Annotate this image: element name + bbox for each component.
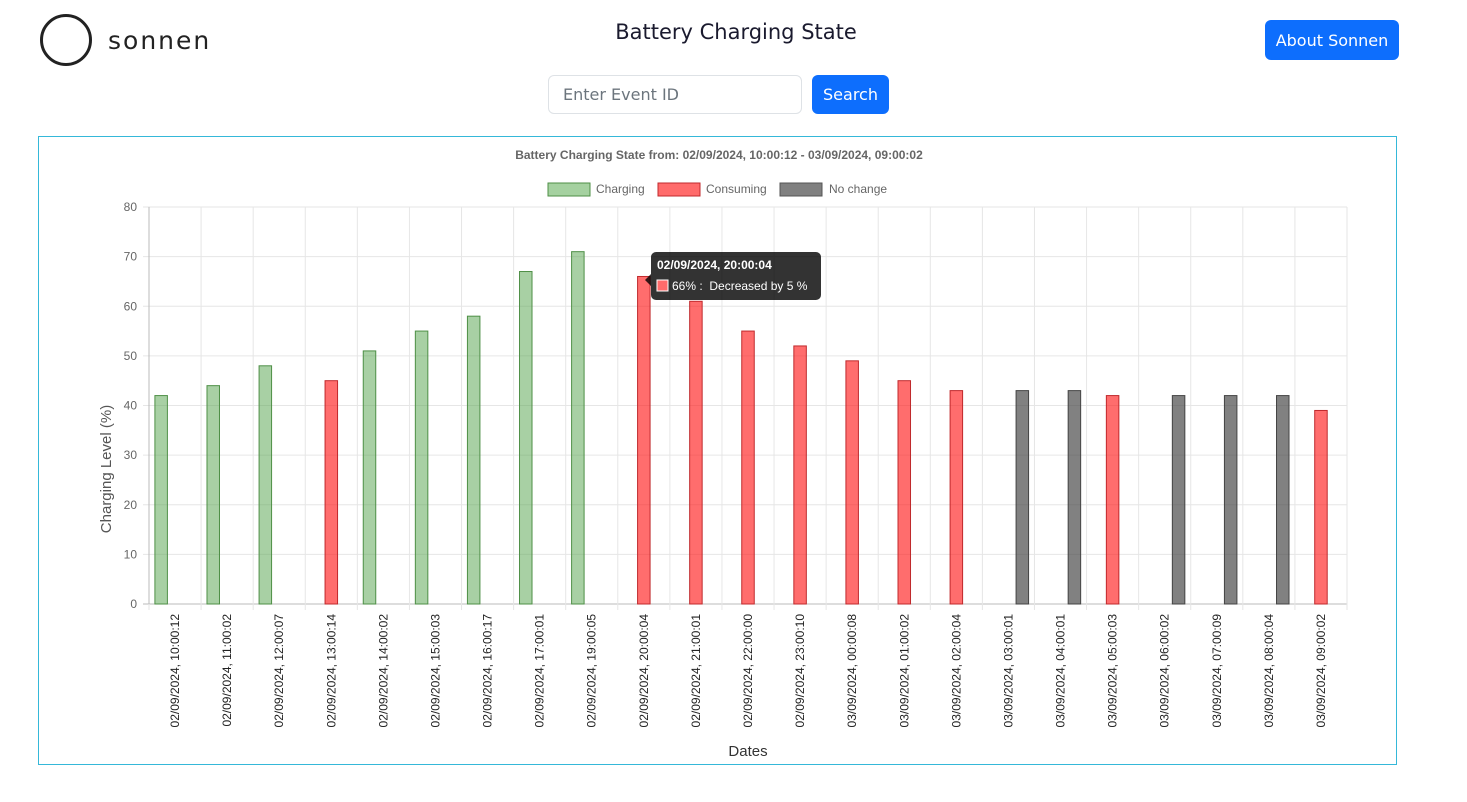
bar-consuming[interactable]	[741, 330, 755, 605]
x-tick-label: 03/09/2024, 03:00:01	[1001, 614, 1015, 728]
tooltip-title: 02/09/2024, 20:00:04	[657, 258, 772, 272]
chart-bars	[154, 251, 1328, 605]
x-tick-label: 02/09/2024, 23:00:10	[793, 614, 807, 728]
bar-no-change[interactable]	[1223, 395, 1238, 605]
legend-swatch-consuming[interactable]	[657, 182, 701, 197]
bar-consuming[interactable]	[949, 390, 964, 605]
chart-tooltip: 02/09/2024, 20:00:04 66% : Decreased by …	[645, 252, 821, 300]
x-tick-label: 02/09/2024, 13:00:14	[324, 614, 338, 728]
bar-charging[interactable]	[154, 395, 168, 605]
x-tick-label: 03/09/2024, 02:00:04	[949, 614, 963, 728]
x-tick-label: 02/09/2024, 10:00:12	[168, 614, 182, 728]
chart-legend: Charging Consuming No change	[547, 182, 887, 197]
y-tick-label: 80	[124, 200, 138, 214]
bar-consuming[interactable]	[1105, 395, 1120, 605]
y-tick-label: 60	[124, 299, 138, 313]
x-tick-label: 03/09/2024, 04:00:01	[1054, 614, 1068, 728]
legend-label-charging[interactable]: Charging	[596, 182, 645, 196]
x-tick-label: 02/09/2024, 12:00:07	[272, 614, 286, 728]
legend-swatch-no-change[interactable]	[779, 182, 823, 197]
y-tick-label: 10	[124, 547, 138, 561]
x-tick-label: 02/09/2024, 11:00:02	[220, 614, 234, 727]
bar-consuming[interactable]	[897, 380, 912, 605]
chart-container: Battery Charging State from: 02/09/2024,…	[38, 136, 1397, 765]
battery-chart: Battery Charging State from: 02/09/2024,…	[98, 148, 1348, 760]
bar-consuming[interactable]	[793, 345, 807, 605]
x-tick-label: 03/09/2024, 06:00:02	[1158, 614, 1172, 728]
about-sonnen-button[interactable]: About Sonnen	[1265, 20, 1399, 60]
x-axis-label: Dates	[728, 743, 767, 760]
bar-charging[interactable]	[414, 330, 429, 605]
x-tick-label: 02/09/2024, 14:00:02	[376, 614, 390, 728]
bar-no-change[interactable]	[1276, 395, 1290, 605]
x-tick-label: 02/09/2024, 16:00:17	[481, 614, 495, 728]
bar-charging[interactable]	[571, 251, 585, 605]
x-tick-label: 02/09/2024, 19:00:05	[585, 614, 599, 728]
bar-charging[interactable]	[466, 315, 481, 605]
x-tick-label: 03/09/2024, 00:00:08	[845, 614, 859, 728]
tooltip-color-swatch	[656, 279, 669, 292]
bar-consuming[interactable]	[845, 360, 859, 605]
bar-charging[interactable]	[519, 271, 533, 605]
bar-no-change[interactable]	[1067, 390, 1082, 605]
chart-title: Battery Charging State from: 02/09/2024,…	[515, 148, 923, 162]
x-tick-label: 02/09/2024, 15:00:03	[428, 614, 442, 728]
y-tick-label: 0	[130, 597, 137, 611]
bar-consuming[interactable]	[689, 300, 703, 605]
x-tick-label: 03/09/2024, 07:00:09	[1210, 614, 1224, 728]
x-tick-label: 03/09/2024, 08:00:04	[1262, 614, 1276, 728]
x-tick-label: 02/09/2024, 20:00:04	[637, 614, 651, 728]
y-tick-label: 20	[124, 498, 138, 512]
bar-charging[interactable]	[258, 365, 273, 605]
x-tick-label: 03/09/2024, 09:00:02	[1314, 614, 1328, 728]
y-axis-ticks: 0 10 20 30 40 50 60 70 80	[124, 200, 138, 611]
y-tick-label: 40	[124, 399, 138, 413]
legend-label-consuming[interactable]: Consuming	[706, 182, 767, 196]
y-tick-label: 70	[124, 250, 138, 264]
y-axis-label: Charging Level (%)	[98, 405, 115, 533]
bar-consuming[interactable]	[637, 275, 651, 605]
search-button[interactable]: Search	[812, 75, 889, 114]
bar-consuming[interactable]	[324, 380, 339, 605]
x-tick-label: 02/09/2024, 21:00:01	[689, 614, 703, 728]
bar-no-change[interactable]	[1171, 395, 1186, 605]
tooltip-body: 66% : Decreased by 5 %	[672, 279, 808, 293]
event-id-search-input[interactable]	[548, 75, 802, 114]
bar-no-change[interactable]	[1015, 390, 1030, 605]
bar-charging[interactable]	[206, 385, 220, 605]
legend-label-no-change[interactable]: No change	[829, 182, 887, 196]
legend-swatch-charging[interactable]	[547, 182, 591, 197]
bar-charging[interactable]	[362, 350, 377, 605]
x-tick-label: 02/09/2024, 17:00:01	[533, 614, 547, 728]
x-tick-label: 03/09/2024, 05:00:03	[1106, 614, 1120, 728]
page-title: Battery Charging State	[615, 20, 857, 44]
y-tick-label: 30	[124, 448, 138, 462]
x-tick-label: 03/09/2024, 01:00:02	[897, 614, 911, 728]
x-axis-ticks: 02/09/2024, 10:00:12 02/09/2024, 11:00:02…	[168, 614, 1328, 728]
bar-consuming[interactable]	[1314, 409, 1328, 605]
y-tick-label: 50	[124, 349, 138, 363]
x-tick-label: 02/09/2024, 22:00:00	[741, 614, 755, 728]
